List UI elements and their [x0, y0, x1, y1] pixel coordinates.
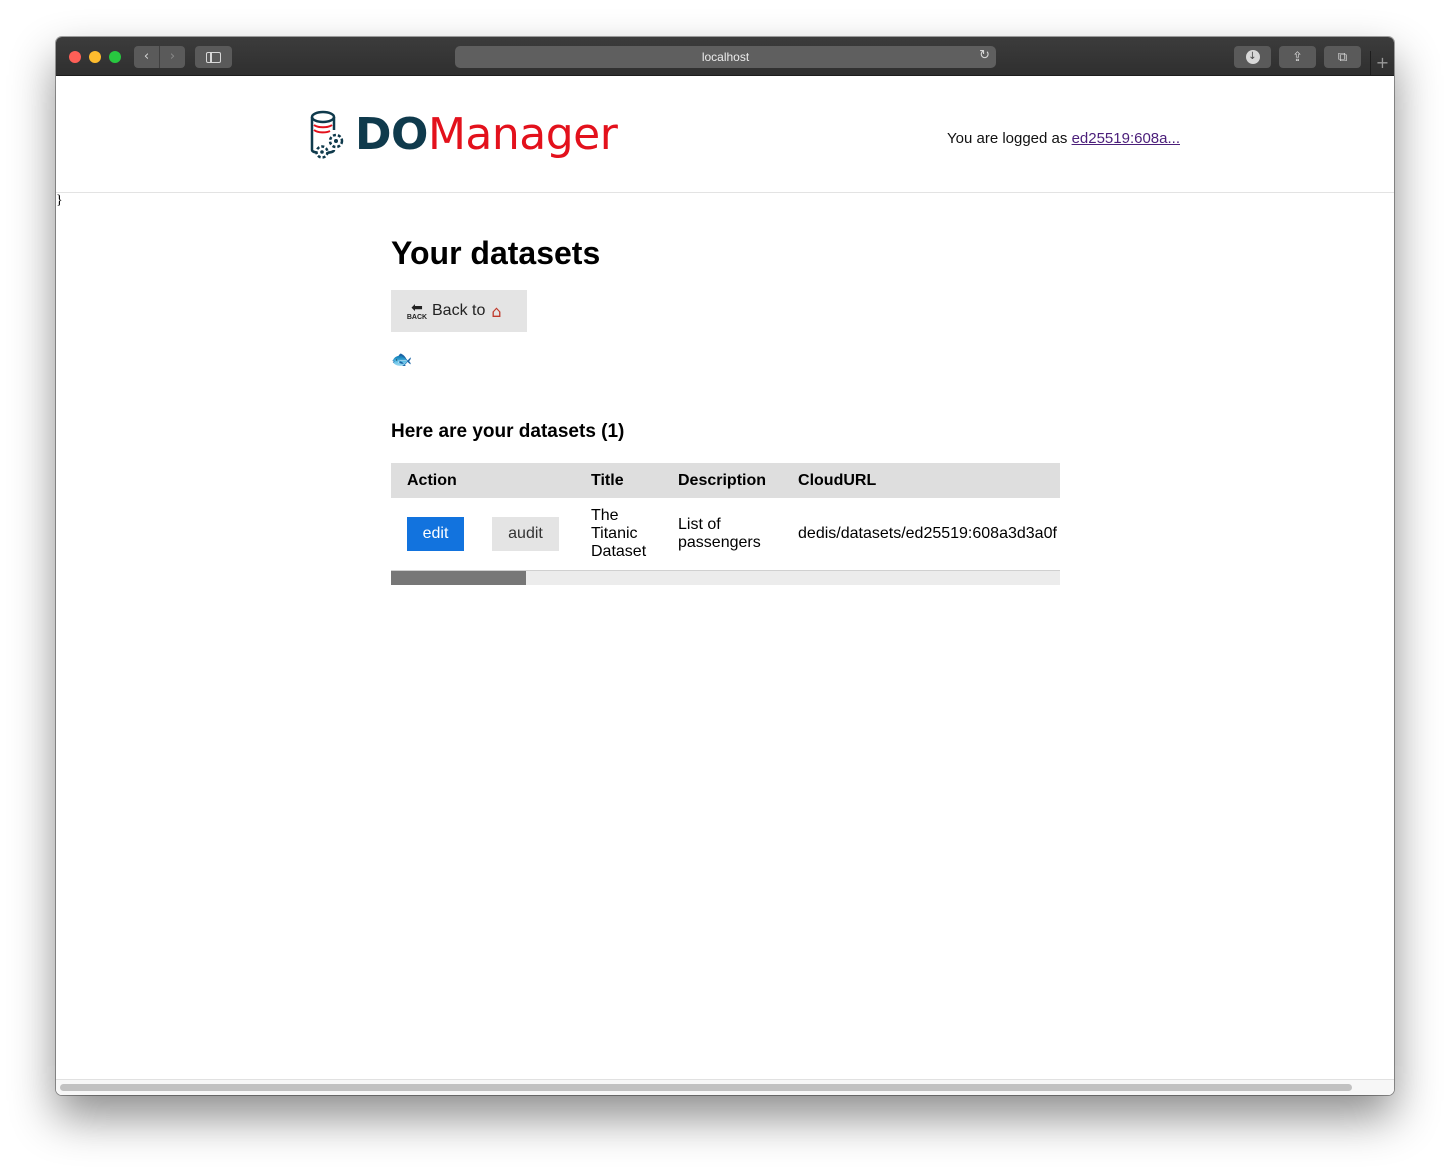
back-arrow-icon: ⬅ BACK [406, 301, 428, 321]
address-text: localhost [701, 50, 750, 64]
page-title: Your datasets [391, 235, 601, 271]
column-header-cloudurl: CloudURL [798, 471, 877, 489]
table-row: edit audit The Titanic Dataset List of pa… [391, 498, 1060, 569]
fish-icon: 🐟 [391, 350, 413, 370]
description-cell: List of passengers [678, 515, 761, 551]
new-tab-button[interactable]: + [1370, 51, 1394, 76]
table-scrollbar-thumb[interactable] [391, 571, 526, 585]
login-status: You are logged as ed25519:608a... [947, 130, 1180, 147]
address-bar[interactable]: localhost ↻ [455, 46, 996, 68]
table-header-row: Action Title Description CloudURL [391, 463, 1060, 498]
stray-text: } [56, 193, 63, 208]
column-header-action: Action [407, 471, 457, 489]
page-viewport: DOManager You are logged as ed25519:608a… [56, 76, 1394, 1095]
reload-icon[interactable]: ↻ [979, 48, 990, 63]
download-icon: ↓ [1245, 50, 1260, 64]
share-icon: ⇪ [1292, 49, 1303, 65]
column-header-description: Description [678, 471, 767, 489]
zoom-window-button[interactable] [109, 51, 121, 63]
main-content: Your datasets ⬅ BACK Back to ⌂ 🐟 Here ar… [391, 235, 1091, 585]
column-header-title: Title [591, 471, 624, 489]
back-button-label: Back to [432, 302, 486, 319]
site-logo[interactable]: DOManager [355, 109, 618, 160]
tabs-icon: ⧉ [1337, 49, 1348, 65]
action-cell: edit audit [391, 498, 575, 569]
back-arrow-glyph: ⬅ [411, 300, 423, 316]
close-window-button[interactable] [69, 51, 81, 63]
page-horizontal-scrollbar[interactable] [56, 1079, 1394, 1095]
downloads-button[interactable]: ↓ [1234, 46, 1271, 68]
datasets-count-heading: Here are your datasets (1) [391, 421, 625, 442]
logo-manager-text: Manager [427, 109, 618, 160]
cloudurl-cell: dedis/datasets/ed25519:608a3d3a0f [798, 524, 1057, 542]
sidebar-toggle-button[interactable] [195, 46, 232, 68]
logo-do-text: DO [355, 109, 428, 160]
tab-overview-button[interactable]: ⧉ [1324, 46, 1361, 68]
datasets-table: Action Title Description CloudURL edit au… [391, 463, 1060, 569]
user-profile-link[interactable]: ed25519:608a... [1072, 130, 1180, 147]
back-arrow-word: BACK [406, 314, 428, 321]
edit-button[interactable]: edit [407, 516, 464, 551]
page-scrollbar-thumb[interactable] [60, 1084, 1352, 1091]
datasets-table-container: Action Title Description CloudURL edit au… [391, 463, 1060, 585]
audit-button[interactable]: audit [492, 516, 559, 551]
forward-nav-icon[interactable]: › [159, 46, 185, 68]
title-cell: The Titanic Dataset [591, 506, 647, 560]
login-status-prefix: You are logged as [947, 130, 1072, 147]
minimize-window-button[interactable] [89, 51, 101, 63]
back-to-home-button[interactable]: ⬅ BACK Back to ⌂ [391, 290, 527, 332]
back-nav-icon[interactable]: ‹ [134, 46, 159, 68]
house-icon: ⌂ [491, 301, 502, 321]
share-button[interactable]: ⇪ [1279, 46, 1316, 68]
browser-titlebar: ‹ › localhost ↻ ↓ ⇪ ⧉ + [56, 37, 1394, 76]
browser-window: ‹ › localhost ↻ ↓ ⇪ ⧉ + DOManager You ar… [56, 37, 1394, 1095]
site-header: DOManager You are logged as ed25519:608a… [56, 76, 1394, 193]
nav-button-group: ‹ › [134, 46, 185, 68]
table-horizontal-scrollbar[interactable] [391, 570, 1060, 585]
sidebar-icon [206, 51, 221, 63]
database-gear-logo-icon [310, 110, 344, 159]
